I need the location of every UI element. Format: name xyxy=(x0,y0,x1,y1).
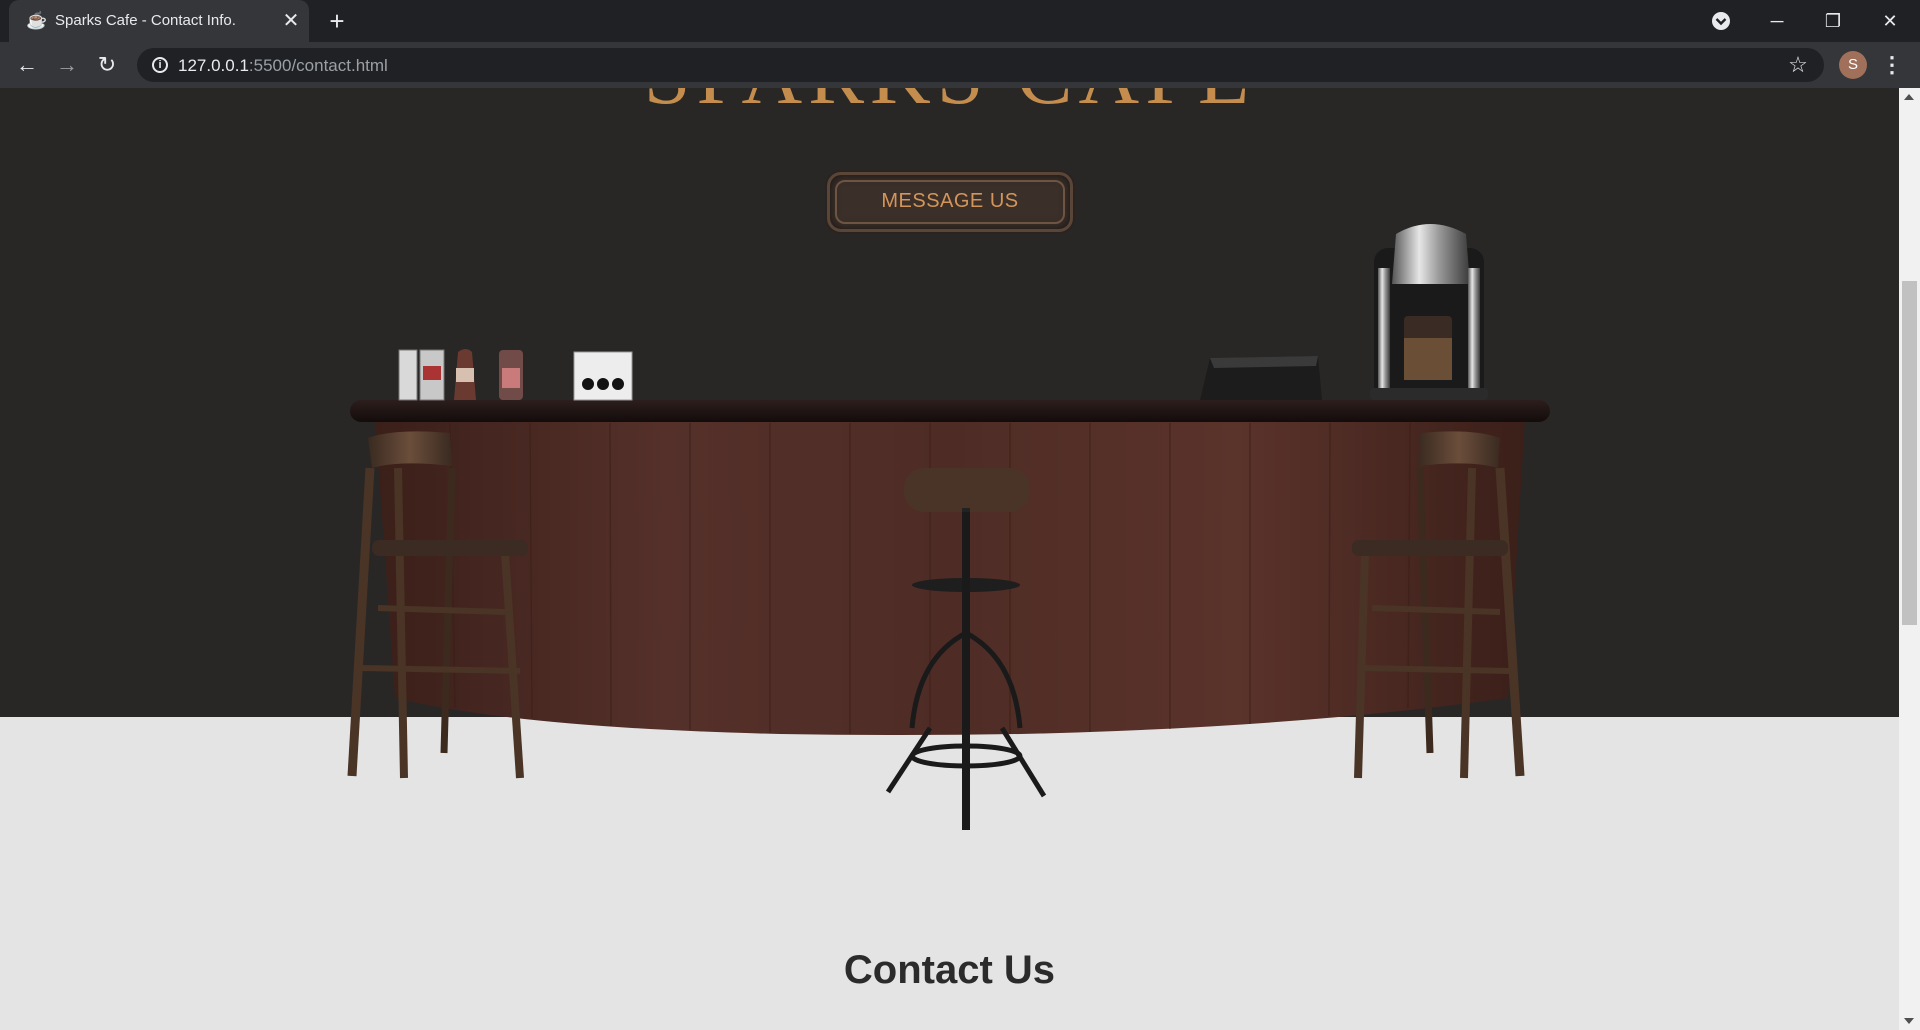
back-icon[interactable]: ← xyxy=(12,50,42,80)
plus-icon[interactable]: + xyxy=(323,7,351,35)
coffee-favicon-icon: ☕ xyxy=(26,11,48,30)
counter xyxy=(350,400,1550,735)
browser-toolbar: ← → ↻ i 127.0.0.1:5500/contact.html ☆ S … xyxy=(0,42,1920,88)
scroll-up-arrow-icon[interactable] xyxy=(1904,94,1914,100)
page-viewport: SPARKS CAFE MESSAGE US xyxy=(0,88,1899,1030)
menu-icon[interactable]: ⋮ xyxy=(1880,50,1904,80)
address-bar[interactable]: i 127.0.0.1:5500/contact.html ☆ xyxy=(137,48,1824,82)
contact-heading: Contact Us xyxy=(843,948,1056,992)
browser-tab[interactable]: ☕ Sparks Cafe - Contact Info. ✕ xyxy=(9,0,309,42)
browser-tab-strip: ☕ Sparks Cafe - Contact Info. ✕ + ─ ❐ ✕ xyxy=(0,0,1920,42)
forward-icon[interactable]: → xyxy=(52,50,82,80)
tab-title: Sparks Cafe - Contact Info. xyxy=(55,12,236,29)
espresso-machine xyxy=(1370,224,1488,400)
close-window-icon[interactable]: ✕ xyxy=(1868,6,1912,36)
close-icon[interactable]: ✕ xyxy=(280,10,302,32)
scrollbar-thumb[interactable] xyxy=(1902,281,1917,625)
info-icon[interactable]: i xyxy=(152,57,168,73)
url-text: 127.0.0.1:5500/contact.html xyxy=(178,56,388,75)
counter-products xyxy=(398,349,633,401)
reload-icon[interactable]: ↻ xyxy=(92,50,122,80)
avatar[interactable]: S xyxy=(1839,51,1867,79)
page-scrollbar[interactable] xyxy=(1899,88,1920,1030)
cash-register xyxy=(1200,356,1322,400)
star-icon[interactable]: ☆ xyxy=(1785,52,1811,78)
minimize-icon[interactable]: ─ xyxy=(1755,6,1799,36)
tab-search-icon[interactable] xyxy=(1710,10,1732,32)
restore-icon[interactable]: ❐ xyxy=(1811,6,1855,36)
cafe-counter-illustration xyxy=(347,224,1550,830)
scroll-down-arrow-icon[interactable] xyxy=(1904,1018,1914,1024)
